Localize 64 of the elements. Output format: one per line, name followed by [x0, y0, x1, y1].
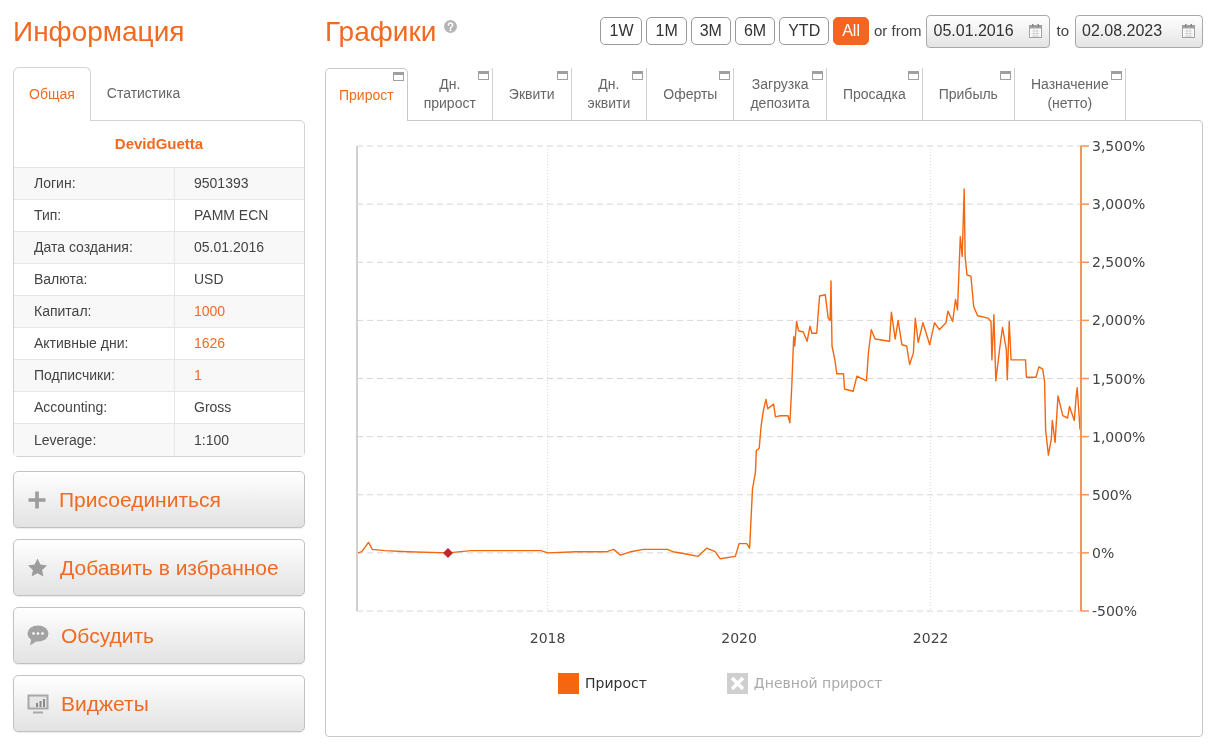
- range-button[interactable]: 6M: [734, 17, 776, 45]
- chart-tab[interactable]: Прирост: [325, 68, 408, 121]
- axis-label: 2018: [529, 630, 566, 646]
- window-icon: [556, 71, 568, 80]
- window-icon: [392, 72, 404, 81]
- diamond-marker: [443, 547, 453, 558]
- calendar-icon: [1182, 24, 1195, 38]
- window-icon: [999, 71, 1011, 80]
- tab[interactable]: Общая: [13, 67, 91, 121]
- field-label: Валюта:: [34, 270, 88, 289]
- field-value: USD: [194, 270, 224, 289]
- date-field[interactable]: 05.01.2016: [926, 14, 1051, 48]
- field-label: Дата создания:: [34, 238, 133, 257]
- chat-bubble-icon: [27, 625, 49, 646]
- axis-label: 3,000%: [1092, 196, 1146, 213]
- range-button[interactable]: 1W: [600, 17, 643, 45]
- section-title: Информация: [13, 15, 185, 49]
- field-label: Логин:: [34, 174, 76, 193]
- range-label: to: [1056, 20, 1069, 41]
- axis-label: -500%: [1092, 603, 1138, 619]
- window-icon: [1110, 71, 1122, 80]
- field-label: Подписчики:: [34, 366, 115, 385]
- field-value: Gross: [194, 398, 232, 417]
- range-label: or from: [873, 20, 922, 41]
- field-label: Accounting:: [34, 398, 108, 417]
- account-name: DevidGuetta: [114, 133, 204, 154]
- section-title: Графики: [325, 15, 437, 49]
- legend-item[interactable]: Прирост: [558, 673, 647, 694]
- window-icon: [811, 71, 823, 80]
- range-button[interactable]: 1M: [646, 17, 687, 45]
- axis-label: 500%: [1092, 486, 1133, 503]
- axis-label: 1,500%: [1092, 370, 1146, 387]
- axis-label: 2,000%: [1092, 312, 1146, 329]
- range-button[interactable]: YTD: [779, 17, 830, 45]
- field-link[interactable]: 1626: [194, 333, 226, 354]
- window-icon: [632, 71, 644, 80]
- field-value: 1:100: [194, 430, 230, 450]
- help-icon: [444, 20, 458, 33]
- axis-label: 2,500%: [1092, 254, 1146, 271]
- axis-label: 2022: [912, 630, 949, 646]
- field-label: Активные дни:: [34, 334, 129, 353]
- monitor-chart-icon: [27, 693, 49, 714]
- field-value: 05.01.2016: [194, 238, 265, 257]
- field-label: Leverage:: [34, 430, 97, 450]
- window-icon: [719, 71, 731, 80]
- field-label: Тип:: [34, 206, 62, 225]
- star-icon: [27, 557, 48, 578]
- axis-label: 1,000%: [1092, 428, 1146, 445]
- field-value: 9501393: [194, 174, 249, 193]
- axis-label: 0%: [1092, 544, 1115, 561]
- window-icon: [907, 71, 919, 80]
- range-button[interactable]: All: [833, 17, 869, 45]
- field-value: PAMM ECN: [194, 206, 269, 225]
- axis-label: 3,500%: [1092, 138, 1146, 154]
- window-icon: [477, 71, 489, 80]
- legend-swatch-icon: [558, 673, 579, 694]
- plus-icon: [27, 489, 47, 510]
- range-button[interactable]: 3M: [690, 17, 731, 45]
- x-box-icon: [726, 673, 748, 694]
- axis-label: 2020: [721, 630, 757, 646]
- date-field[interactable]: 02.08.2023: [1075, 14, 1203, 48]
- calendar-icon: [1029, 24, 1043, 38]
- tab[interactable]: Статистика: [90, 67, 197, 120]
- field-label: Капитал:: [34, 302, 92, 321]
